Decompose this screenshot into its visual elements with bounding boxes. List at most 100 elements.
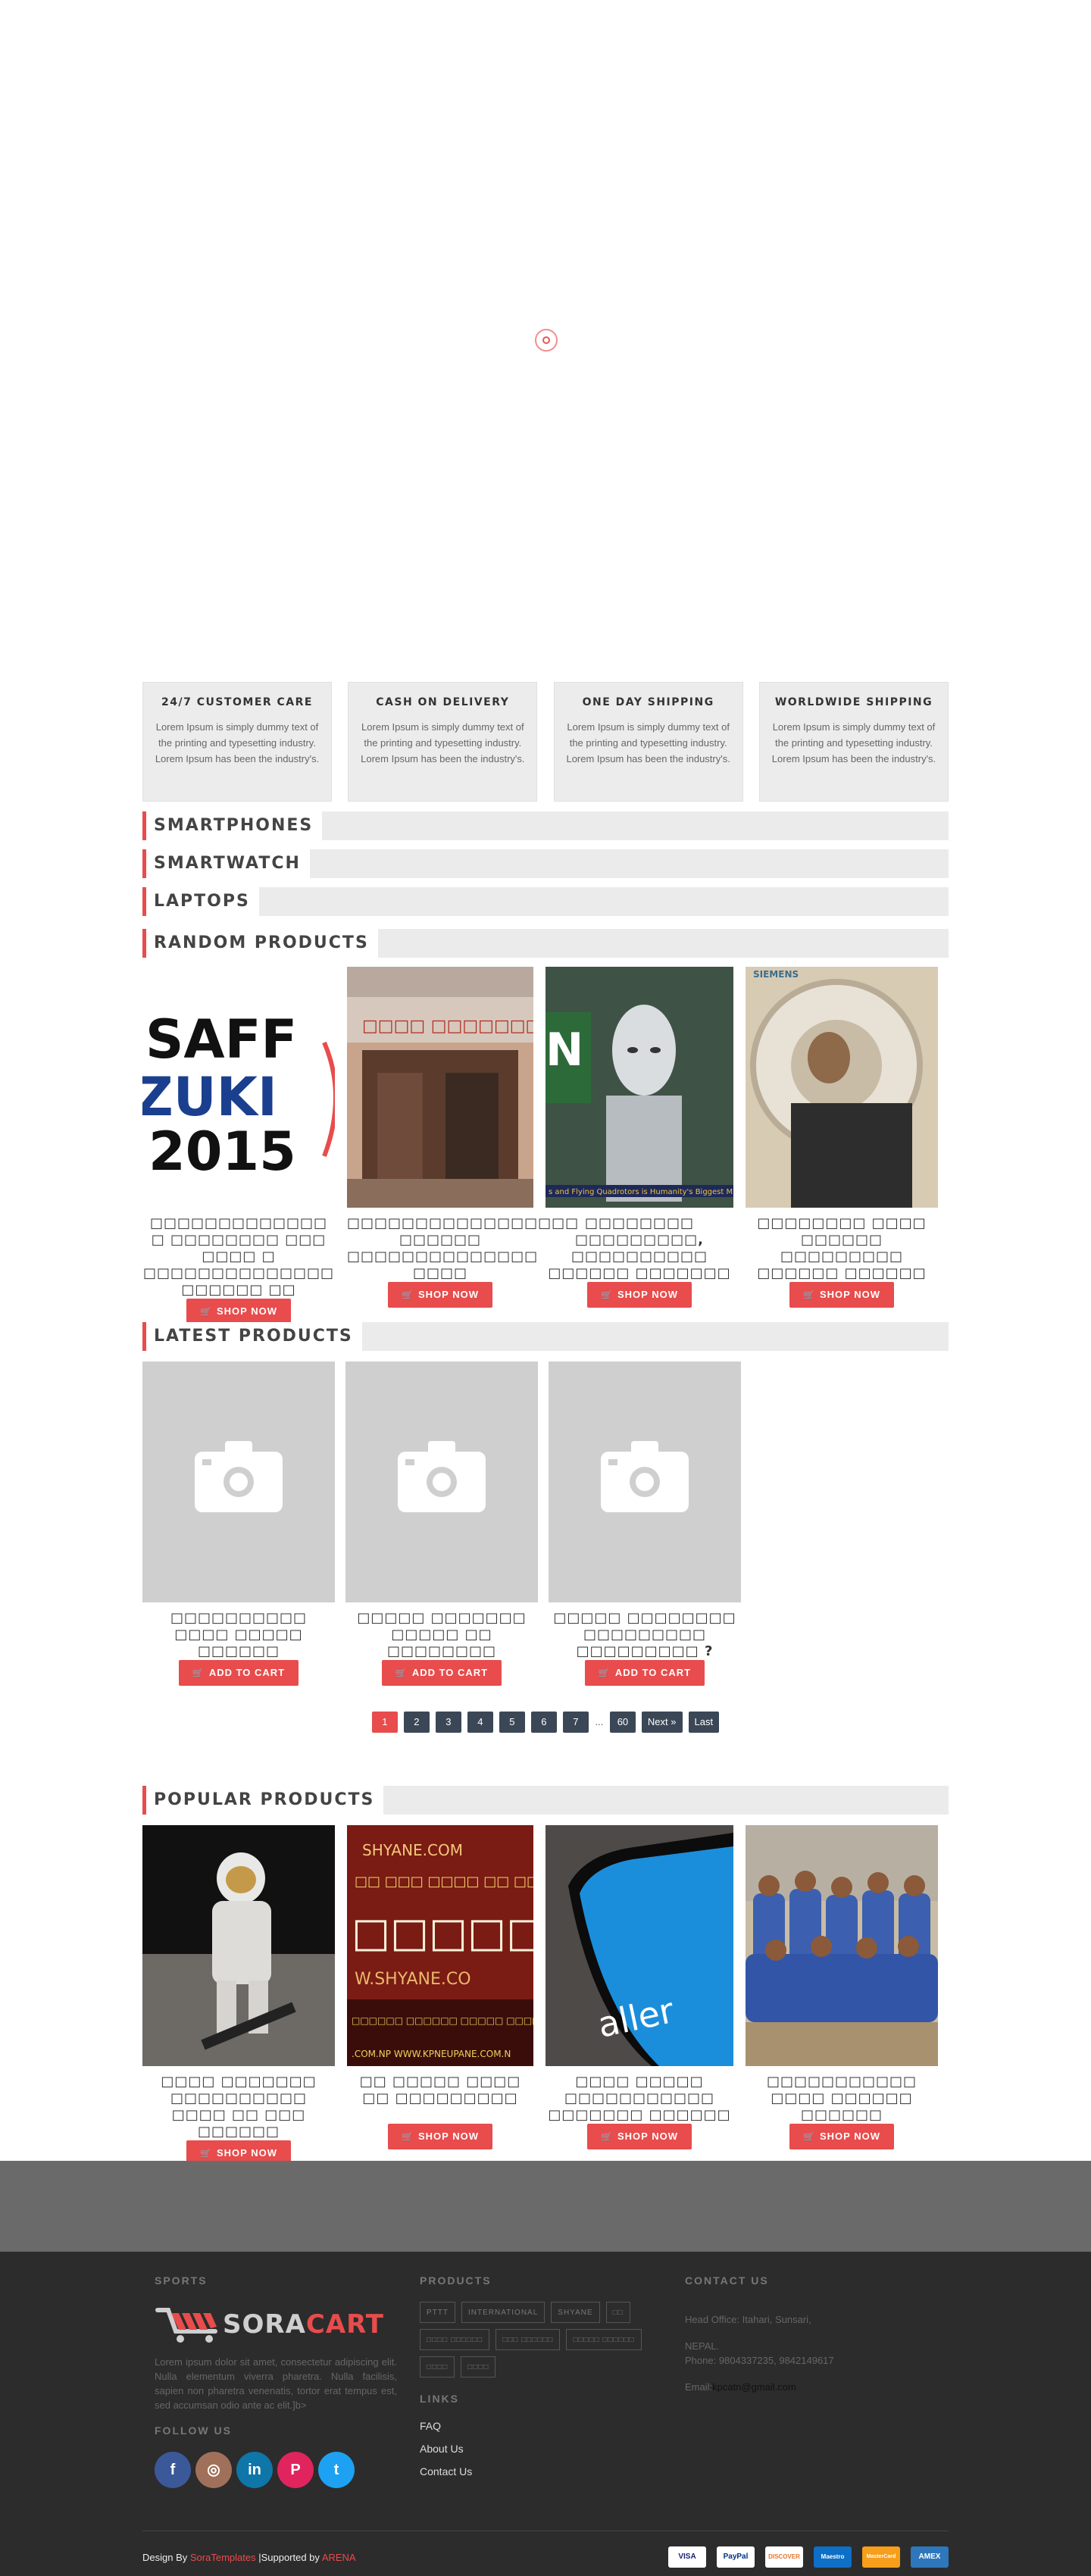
page-link-60[interactable]: 60 [609, 1712, 636, 1733]
footer-link-about[interactable]: About Us [420, 2443, 677, 2455]
shop-now-button[interactable]: 🛒 SHOP NOW [587, 2124, 692, 2149]
add-to-cart-button[interactable]: 🛒 ADD TO CART [381, 1660, 502, 1686]
section-title-laptops: LAPTOPS [142, 887, 949, 916]
facebook-icon[interactable]: f [155, 2452, 191, 2488]
pinterest-icon[interactable]: P [277, 2452, 314, 2488]
product-title[interactable]: □□□□□□□□ □□□□□□□□□, □□□□□□□□□□ □□□□□□ □□… [546, 1215, 733, 1282]
page-link-2[interactable]: 2 [403, 1712, 430, 1733]
product-title[interactable]: □□□□□□□□□□□□□□□□□ □□□□□□ □□□□□□□□□□□□□□ … [347, 1215, 578, 1282]
svg-text:□□□□□□ □□□□□□ □□□□□ □□□□□□: □□□□□□ □□□□□□ □□□□□ □□□□□□ [352, 2015, 533, 2026]
label-tag[interactable]: □□ [605, 2302, 630, 2323]
pagination: 1 2 3 4 5 6 7 ... 60 Next » Last [0, 1712, 1091, 1733]
next-page-link[interactable]: Next » [641, 1712, 683, 1733]
section-title-text: POPULAR PRODUCTS [146, 1786, 384, 1815]
button-label: SHOP NOW [417, 1289, 479, 1300]
camera-icon [195, 1441, 283, 1512]
section-title-text: SMARTPHONES [146, 811, 323, 840]
label-tag[interactable]: □□□□ [461, 2356, 496, 2377]
shop-now-button[interactable]: 🛒 SHOP NOW [388, 2124, 492, 2149]
twitter-icon[interactable]: t [318, 2452, 355, 2488]
feature-one-day-shipping: ONE DAY SHIPPING Lorem Ipsum is simply d… [553, 682, 743, 802]
shop-now-button[interactable]: 🛒 SHOP NOW [186, 1299, 291, 1324]
payment-icons: VISA PayPal DISCOVER Maestro MasterCard … [668, 2546, 949, 2568]
product-title[interactable]: □□□□□ □□□□□□□ □□□□□ □□ □□□□□□□□ [345, 1610, 538, 1660]
last-page-link[interactable]: Last [688, 1712, 720, 1733]
product-image[interactable]: □□□□ □□□□□□□□□□ [347, 967, 533, 1208]
section-title-smartphones: SMARTPHONES [142, 811, 949, 840]
basket-icon: 🛒 [803, 1290, 815, 1300]
instagram-icon[interactable]: ◎ [195, 2452, 232, 2488]
page-link-5[interactable]: 5 [499, 1712, 525, 1733]
svg-text:□□□□ □□□□□□□□□□: □□□□ □□□□□□□□□□ [362, 1017, 533, 1036]
credit-middle: |Supported by [255, 2551, 322, 2563]
product-title[interactable]: □□□□□□□□□□ □□□□ □□□□□ □□□□□□ [142, 1610, 335, 1660]
label-tag[interactable]: □□□□□ □□□□□□ [566, 2329, 642, 2350]
paypal-icon: PayPal [717, 2546, 755, 2568]
product-image-placeholder[interactable] [142, 1361, 335, 1602]
footer-link-faq[interactable]: FAQ [420, 2420, 677, 2432]
shop-now-button[interactable]: 🛒 SHOP NOW [388, 1282, 492, 1308]
linkedin-icon[interactable]: in [236, 2452, 273, 2488]
contact-email[interactable]: kpcatn@gmail.com [712, 2381, 796, 2393]
footer-link-contact[interactable]: Contact Us [420, 2465, 677, 2478]
label-tag[interactable]: □□□ □□□□□□ [495, 2329, 561, 2350]
label-tag[interactable]: □□□□ □□□□□□ [420, 2329, 490, 2350]
page-link-3[interactable]: 3 [435, 1712, 461, 1733]
page-link-4[interactable]: 4 [467, 1712, 493, 1733]
section-title-text: RANDOM PRODUCTS [146, 929, 378, 958]
product-image-placeholder[interactable] [345, 1361, 538, 1602]
add-to-cart-button[interactable]: 🛒 ADD TO CART [178, 1660, 299, 1686]
visa-icon: VISA [668, 2546, 706, 2568]
basket-icon: 🛒 [200, 2148, 212, 2159]
sora-cart-logo[interactable]: SORACART [155, 2302, 397, 2347]
product-image[interactable]: SIEMENS [746, 967, 938, 1208]
product-card: □□□□□ □□□□□□□□ □□□□□□□□□ □□□□□□□□□ ? 🛒 AD… [549, 1361, 741, 1686]
button-label: SHOP NOW [819, 2131, 880, 2142]
social-links: f ◎ in P t [155, 2452, 397, 2488]
footer-contact-column: CONTACT US Head Office: Itahari, Sunsari… [685, 2274, 935, 2394]
product-title[interactable]: □□□□ □□□□□□□ □□□□□□□□□□ □□□□ □□ □□□ □□□□… [142, 2074, 335, 2140]
camera-icon [601, 1441, 689, 1512]
popular-products-grid: □□□□ □□□□□□□ □□□□□□□□□□ □□□□ □□ □□□ □□□□… [142, 1825, 949, 2166]
product-card: N s and Flying Quadrotors is Humanity's … [546, 967, 733, 1324]
svg-text:.COM.NP WWW.KPNEUPANE.COM.N: .COM.NP WWW.KPNEUPANE.COM.N [352, 2049, 511, 2059]
product-image[interactable]: N s and Flying Quadrotors is Humanity's … [546, 967, 733, 1208]
label-tag[interactable]: SHYANE [551, 2302, 600, 2323]
page-link-1[interactable]: 1 [371, 1712, 398, 1733]
product-image[interactable]: aller [546, 1825, 733, 2066]
feature-cash-on-delivery: CASH ON DELIVERY Lorem Ipsum is simply d… [348, 682, 538, 802]
page-link-7[interactable]: 7 [562, 1712, 589, 1733]
product-title[interactable]: □□□□□ □□□□□□□□ □□□□□□□□□ □□□□□□□□□ ? [549, 1610, 741, 1660]
footer-links: FAQ About Us Contact Us [420, 2420, 677, 2478]
product-title[interactable]: □□□□□□□□□□□ □□□□ □□□□□□ □□□□□□ [746, 2074, 938, 2124]
product-card: □□□□□□□□□□□ □□□□ □□□□□□ □□□□□□ 🛒 SHOP NOW [746, 1825, 938, 2166]
product-image[interactable]: SAFF ZUKI 2015 [142, 967, 335, 1208]
svg-text:SIEMENS: SIEMENS [753, 969, 799, 980]
product-image[interactable]: SHYANE.COM □□ □□□ □□□□ □□ □□□□□□ □□□□□□ … [347, 1825, 533, 2066]
product-image[interactable] [142, 1825, 335, 2066]
arena-link[interactable]: ARENA [322, 2552, 356, 2563]
product-title[interactable]: □□ □□□□□ □□□□ □□ □□□□□□□□□ [347, 2074, 533, 2124]
logo-text-cart: CART [305, 2309, 385, 2340]
feature-title: ONE DAY SHIPPING [582, 696, 714, 708]
label-tag[interactable]: INTERNATIONAL [461, 2302, 546, 2323]
label-tag[interactable]: PTTT [420, 2302, 455, 2323]
product-image-placeholder[interactable] [549, 1361, 741, 1602]
svg-text:N: N [546, 1024, 583, 1077]
add-to-cart-button[interactable]: 🛒 ADD TO CART [584, 1660, 705, 1686]
product-image[interactable] [746, 1825, 938, 2066]
soratemplates-link[interactable]: SoraTemplates [190, 2552, 256, 2563]
label-cloud: PTTT INTERNATIONAL SHYANE □□ □□□□ □□□□□□… [420, 2302, 677, 2377]
shop-now-button[interactable]: 🛒 SHOP NOW [587, 1282, 692, 1308]
shop-now-button[interactable]: 🛒 SHOP NOW [789, 1282, 894, 1308]
page-link-6[interactable]: 6 [530, 1712, 557, 1733]
product-title[interactable]: □□□□ □□□□□ □□□□□□□□□□□ □□□□□□□ □□□□□□ [546, 2074, 733, 2124]
feature-text: Lorem Ipsum is simply dummy text of the … [361, 721, 525, 764]
footer-bottom-bar: Design By SoraTemplates |Supported by AR… [142, 2531, 949, 2568]
shop-now-button[interactable]: 🛒 SHOP NOW [789, 2124, 894, 2149]
product-card: aller □□□□ □□□□□ □□□□□□□□□□□ □□□□□□□ □□□… [546, 1825, 733, 2166]
product-title[interactable]: □□□□□□□□ □□□□ □□□□□□ □□□□□□□□□ □□□□□□ □□… [746, 1215, 938, 1282]
feature-text: Lorem Ipsum is simply dummy text of the … [566, 721, 730, 764]
label-tag[interactable]: □□□□ [420, 2356, 455, 2377]
product-title[interactable]: □□□□□□□□□□□□□ □ □□□□□□□□ □□□ □□□□ □ □□□□… [142, 1215, 335, 1299]
